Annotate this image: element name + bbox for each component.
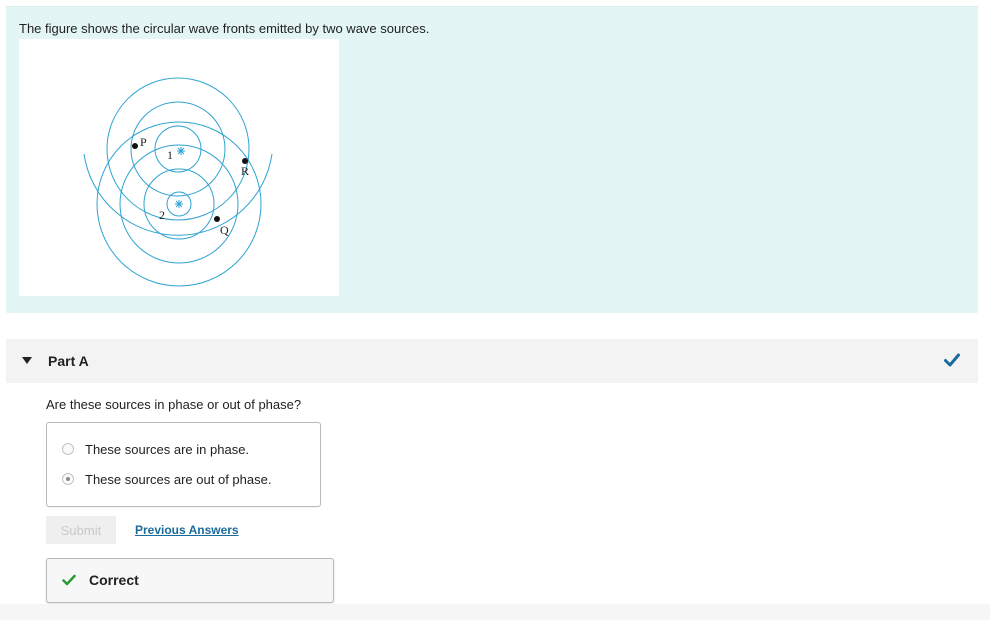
answer-options: These sources are in phase. These source… <box>46 422 321 507</box>
option-label: These sources are out of phase. <box>85 471 272 487</box>
problem-intro: The figure shows the circular wave front… <box>6 6 978 313</box>
option-label: These sources are in phase. <box>85 441 250 457</box>
submit-button[interactable]: Submit <box>46 516 116 544</box>
source-1-wavefront <box>130 101 226 197</box>
option-in-phase[interactable]: These sources are in phase. <box>62 439 249 459</box>
point-q-dot <box>214 216 220 222</box>
point-p-label: P <box>140 135 147 149</box>
part-a-header[interactable]: Part A <box>6 339 978 383</box>
wave-fronts-figure: P R Q 1 2 <box>19 39 339 296</box>
radio-out-of-phase[interactable] <box>62 473 74 485</box>
part-complete-check-icon <box>944 353 960 367</box>
radio-in-phase[interactable] <box>62 443 74 455</box>
point-p-dot <box>132 143 138 149</box>
feedback-box: Correct <box>46 558 334 603</box>
wave-fronts-diagram: P R Q 1 2 <box>83 77 273 287</box>
point-r-label: R <box>241 164 249 178</box>
source-2-label: 2 <box>159 208 165 222</box>
question-prompt: Are these sources in phase or out of pha… <box>46 397 302 412</box>
part-title: Part A <box>48 353 89 369</box>
source-2-marker <box>175 200 183 208</box>
bottom-divider <box>0 604 990 620</box>
source-1-marker <box>177 147 185 155</box>
option-out-of-phase[interactable]: These sources are out of phase. <box>62 469 271 489</box>
source-1-wavefront <box>154 125 202 173</box>
source-1-label: 1 <box>167 148 173 162</box>
check-icon <box>62 574 76 586</box>
collapse-caret-icon[interactable] <box>22 357 32 364</box>
feedback-label: Correct <box>89 572 139 588</box>
problem-statement: The figure shows the circular wave front… <box>19 21 430 36</box>
previous-answers-link[interactable]: Previous Answers <box>135 523 239 537</box>
source-1-wavefront <box>106 77 250 221</box>
point-q-label: Q <box>220 223 229 237</box>
